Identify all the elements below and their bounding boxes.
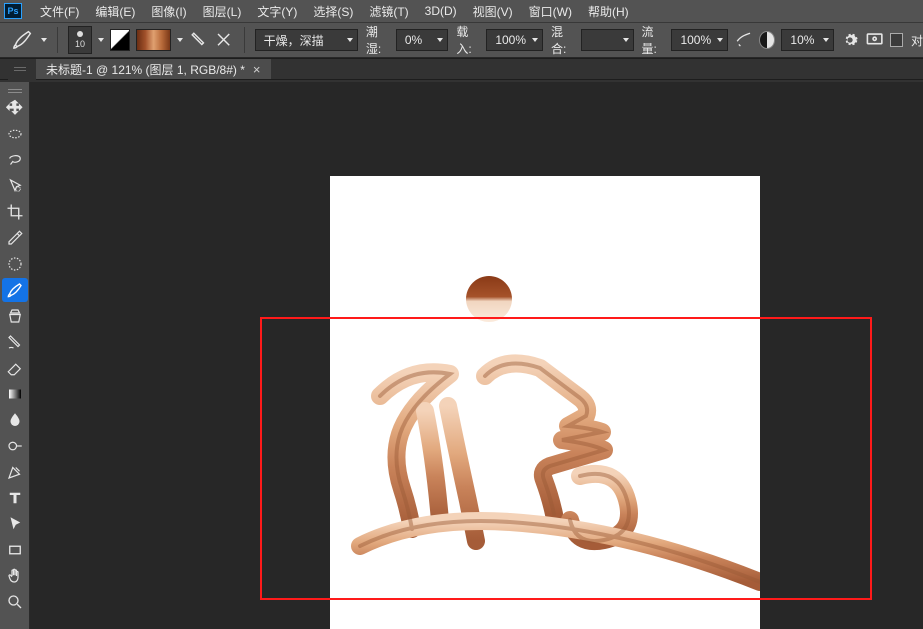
brush-dot-icon bbox=[77, 31, 83, 37]
canvas-area[interactable] bbox=[30, 82, 923, 629]
chevron-down-icon bbox=[717, 38, 723, 42]
menu-3d[interactable]: 3D(D) bbox=[417, 2, 465, 20]
mixer-brush-tool[interactable] bbox=[2, 278, 28, 302]
spot-heal-tool[interactable] bbox=[2, 252, 28, 276]
document-tab[interactable]: 未标题-1 @ 121% (图层 1, RGB/8#) * × bbox=[36, 59, 271, 79]
menu-select[interactable]: 选择(S) bbox=[305, 1, 361, 22]
document-tabstrip: 未标题-1 @ 121% (图层 1, RGB/8#) * × bbox=[0, 58, 923, 80]
divider bbox=[57, 27, 58, 53]
airbrush-icon[interactable] bbox=[734, 29, 753, 51]
load-label: 载入: bbox=[456, 23, 480, 57]
zoom-tool[interactable] bbox=[2, 590, 28, 614]
eyedropper-tool[interactable] bbox=[2, 226, 28, 250]
load-value: 100% bbox=[495, 33, 526, 47]
buildup-value: 10% bbox=[790, 33, 814, 47]
pen-tool[interactable] bbox=[2, 460, 28, 484]
gradient-swatch[interactable] bbox=[136, 29, 171, 51]
chevron-down-icon bbox=[823, 38, 829, 42]
load-dropdown[interactable]: 100% bbox=[486, 29, 543, 51]
toolbox-grip-icon[interactable] bbox=[1, 84, 29, 94]
menu-window[interactable]: 窗口(W) bbox=[521, 1, 580, 22]
mix-dropdown[interactable] bbox=[581, 29, 634, 51]
swap-gradient-icon[interactable] bbox=[110, 29, 130, 51]
menu-type[interactable]: 文字(Y) bbox=[249, 1, 305, 22]
flow-label: 流量: bbox=[642, 23, 666, 57]
path-select-tool[interactable] bbox=[2, 512, 28, 536]
brush-preset-picker[interactable]: 10 bbox=[68, 26, 93, 54]
toolbox bbox=[0, 82, 30, 629]
chevron-down-icon bbox=[623, 38, 629, 42]
flow-dropdown[interactable]: 100% bbox=[671, 29, 728, 51]
menubar: Ps 文件(F) 编辑(E) 图像(I) 图层(L) 文字(Y) 选择(S) 滤… bbox=[0, 0, 923, 22]
wetness-dropdown[interactable]: 0% bbox=[396, 29, 449, 51]
brush-cursor-icon bbox=[466, 276, 512, 322]
wet-brush-icon[interactable] bbox=[189, 29, 208, 51]
brush-size-label: 10 bbox=[75, 39, 85, 49]
menu-layer[interactable]: 图层(L) bbox=[195, 1, 250, 22]
gradient-tool[interactable] bbox=[2, 382, 28, 406]
history-brush-tool[interactable] bbox=[2, 330, 28, 354]
marquee-tool[interactable] bbox=[2, 122, 28, 146]
half-circle-icon[interactable] bbox=[759, 31, 775, 49]
crop-tool[interactable] bbox=[2, 200, 28, 224]
align-label: 对 bbox=[911, 32, 923, 49]
tool-options-bar: 10 干燥，深描 潮湿: 0% 载入: 100% 混合: 流量: 100% 10… bbox=[0, 22, 923, 58]
lasso-tool[interactable] bbox=[2, 148, 28, 172]
menu-edit[interactable]: 编辑(E) bbox=[87, 1, 143, 22]
align-checkbox[interactable] bbox=[890, 33, 903, 47]
divider bbox=[244, 27, 245, 53]
dry-brush-icon[interactable] bbox=[214, 29, 233, 51]
close-icon[interactable]: × bbox=[253, 62, 261, 77]
brush-mode-value: 干燥，深描 bbox=[264, 32, 324, 49]
gradient-chevron-icon[interactable] bbox=[177, 38, 183, 42]
blur-tool[interactable] bbox=[2, 408, 28, 432]
current-tool-icon[interactable] bbox=[12, 28, 35, 52]
menu-file[interactable]: 文件(F) bbox=[32, 1, 87, 22]
gear-icon[interactable] bbox=[840, 29, 859, 51]
app-logo: Ps bbox=[4, 3, 22, 19]
chevron-down-icon bbox=[347, 38, 353, 42]
panel-grip-icon[interactable] bbox=[8, 59, 36, 81]
wetness-label: 潮湿: bbox=[366, 23, 390, 57]
clone-stamp-tool[interactable] bbox=[2, 304, 28, 328]
flow-value: 100% bbox=[680, 33, 711, 47]
menu-view[interactable]: 视图(V) bbox=[465, 1, 521, 22]
chevron-down-icon bbox=[437, 38, 443, 42]
wetness-value: 0% bbox=[405, 33, 422, 47]
menu-filter[interactable]: 滤镜(T) bbox=[361, 1, 416, 22]
document-tab-title: 未标题-1 @ 121% (图层 1, RGB/8#) * bbox=[46, 61, 245, 78]
tool-preset-chevron-icon[interactable] bbox=[41, 38, 47, 42]
rectangle-tool[interactable] bbox=[2, 538, 28, 562]
eraser-tool[interactable] bbox=[2, 356, 28, 380]
quick-select-tool[interactable] bbox=[2, 174, 28, 198]
annotation-rectangle bbox=[260, 317, 872, 600]
tablet-pressure-icon[interactable] bbox=[865, 29, 884, 51]
dodge-tool[interactable] bbox=[2, 434, 28, 458]
buildup-dropdown[interactable]: 10% bbox=[781, 29, 834, 51]
chevron-down-icon bbox=[532, 38, 538, 42]
brush-preset-chevron-icon[interactable] bbox=[98, 38, 104, 42]
menu-help[interactable]: 帮助(H) bbox=[580, 1, 637, 22]
mix-label: 混合: bbox=[551, 23, 575, 57]
menu-image[interactable]: 图像(I) bbox=[143, 1, 194, 22]
type-tool[interactable] bbox=[2, 486, 28, 510]
hand-tool[interactable] bbox=[2, 564, 28, 588]
brush-mode-dropdown[interactable]: 干燥，深描 bbox=[255, 29, 358, 51]
move-tool[interactable] bbox=[2, 96, 28, 120]
